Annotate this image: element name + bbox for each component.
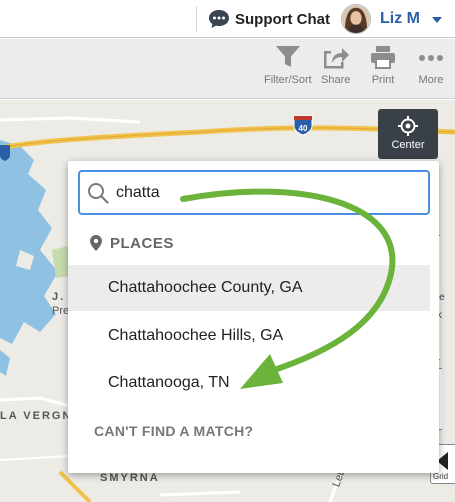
grid-label: Grid <box>433 472 449 481</box>
chevron-down-icon[interactable] <box>432 17 442 23</box>
search-icon <box>88 183 109 204</box>
location-search-dropdown: PLACES Chattahoochee County, GA Chattaho… <box>68 161 439 473</box>
support-chat-label: Support Chat <box>235 10 330 28</box>
share-button[interactable]: Share <box>321 45 350 95</box>
crosshair-icon <box>398 116 418 136</box>
share-icon <box>323 48 349 69</box>
search-input[interactable] <box>116 182 416 204</box>
print-button[interactable]: Print <box>370 45 396 95</box>
user-name[interactable]: Liz M <box>380 10 420 28</box>
print-label: Print <box>371 74 395 86</box>
map-pin-icon <box>90 235 102 251</box>
cant-find-match-link[interactable]: CAN'T FIND A MATCH? <box>94 423 253 439</box>
printer-icon <box>371 46 395 69</box>
filter-sort-label: Filter/Sort <box>264 74 312 86</box>
search-result-item[interactable]: Chattahoochee Hills, GA <box>68 313 430 359</box>
more-dots-icon <box>419 55 443 61</box>
center-map-button[interactable]: Center <box>378 109 438 159</box>
search-box[interactable] <box>78 170 430 215</box>
map-toolbar: Filter/Sort Share Print More <box>0 39 455 99</box>
center-label: Center <box>391 139 425 151</box>
avatar[interactable] <box>341 4 371 34</box>
share-label: Share <box>321 74 351 86</box>
chat-bubble-icon <box>209 10 229 28</box>
filter-sort-button[interactable]: Filter/Sort <box>264 45 312 95</box>
support-chat-button[interactable]: Support Chat <box>208 8 330 30</box>
user-menu[interactable]: Liz M <box>341 3 442 35</box>
places-section-header: PLACES <box>68 227 439 259</box>
map-label-smyrna: SMYRNA <box>100 472 160 484</box>
more-button[interactable]: More <box>418 45 444 95</box>
highway-shield-label: 40 <box>299 124 308 133</box>
header-divider <box>196 6 197 32</box>
filter-funnel-icon <box>275 46 300 67</box>
places-section-label: PLACES <box>110 234 174 252</box>
more-label: More <box>418 74 444 86</box>
app-header: Support Chat Liz M <box>0 0 455 38</box>
search-result-item[interactable]: Chattanooga, TN <box>68 360 430 406</box>
interstate-shield-icon: 40 <box>293 115 313 136</box>
search-result-item[interactable]: Chattahoochee County, GA <box>68 265 430 311</box>
